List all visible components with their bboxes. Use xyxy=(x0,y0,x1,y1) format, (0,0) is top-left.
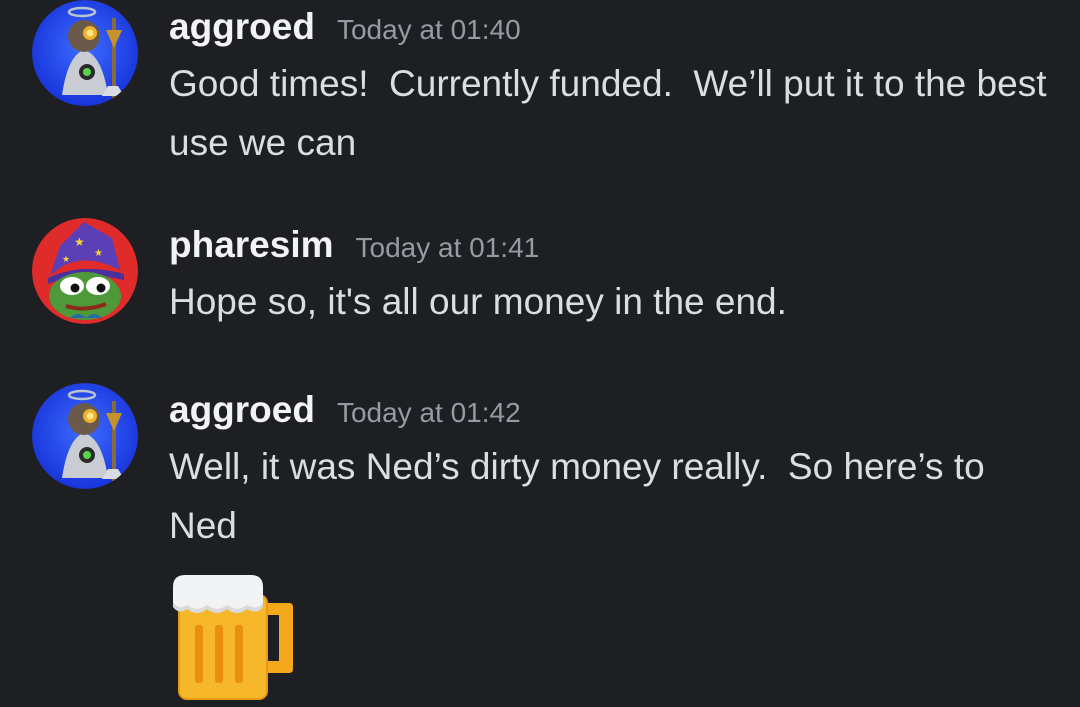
svg-text:★: ★ xyxy=(94,248,103,259)
timestamp[interactable]: Today at 01:40 xyxy=(337,3,521,57)
username[interactable]: aggroed xyxy=(169,0,315,54)
svg-text:★: ★ xyxy=(74,235,85,249)
user-avatar[interactable] xyxy=(32,383,138,489)
timestamp[interactable]: Today at 01:42 xyxy=(337,386,521,440)
message-text: Hope so, it's all our money in the end. xyxy=(169,281,787,322)
svg-text:★: ★ xyxy=(62,255,70,265)
username[interactable]: pharesim xyxy=(169,218,334,272)
message-text: Well, it was Ned’s dirty money really. S… xyxy=(169,446,995,546)
chat-message-list: aggroed Today at 01:40 Good times! Curre… xyxy=(0,0,1080,707)
aggroed-avatar-icon xyxy=(32,383,138,489)
pepe-wizard-avatar-icon: ★ ★ ★ xyxy=(32,218,138,324)
message-text: Good times! Currently funded. We’ll put … xyxy=(169,63,1057,163)
timestamp[interactable]: Today at 01:41 xyxy=(356,221,540,275)
user-avatar[interactable] xyxy=(32,0,138,106)
beer-mug-emoji-icon[interactable] xyxy=(171,573,295,703)
message-header: aggroed Today at 01:40 xyxy=(169,0,1049,54)
message-content: aggroed Today at 01:42 Well, it was Ned’… xyxy=(169,383,1049,703)
message-header: aggroed Today at 01:42 xyxy=(169,383,1049,437)
user-avatar[interactable]: ★ ★ ★ xyxy=(32,218,138,324)
aggroed-avatar-icon xyxy=(32,0,138,106)
message-header: pharesim Today at 01:41 xyxy=(169,218,1049,272)
message-content: aggroed Today at 01:40 Good times! Curre… xyxy=(169,0,1049,172)
username[interactable]: aggroed xyxy=(169,383,315,437)
message-content: pharesim Today at 01:41 Hope so, it's al… xyxy=(169,218,1049,331)
